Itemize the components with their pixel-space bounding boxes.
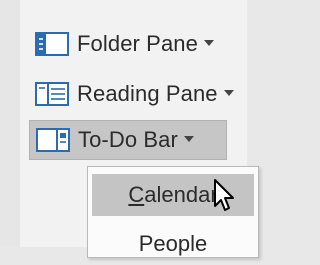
reading-pane-label: Reading Pane [77, 81, 218, 106]
reading-pane-button[interactable]: Reading Pane [29, 74, 259, 114]
todo-bar-button[interactable]: To-Do Bar [29, 120, 227, 160]
menu-item-label: People [138, 231, 208, 256]
chevron-down-icon [203, 40, 214, 46]
todo-bar-icon [35, 126, 71, 154]
chevron-down-icon [223, 90, 234, 96]
folder-pane-icon [34, 30, 70, 58]
chevron-down-icon [183, 136, 194, 142]
mouse-pointer-icon [213, 178, 239, 217]
ribbon-left-edge [0, 0, 20, 247]
folder-pane-label: Folder Pane [77, 31, 198, 56]
folder-pane-button[interactable]: Folder Pane [29, 24, 259, 64]
todo-bar-label: To-Do Bar [78, 127, 178, 152]
menu-item-people[interactable]: People [92, 223, 254, 265]
menu-item-label: Calendar [128, 182, 218, 207]
ribbon-panel: Folder Pane Reading Pane To-Do Bar Calen… [0, 0, 259, 258]
reading-pane-icon [34, 80, 70, 108]
